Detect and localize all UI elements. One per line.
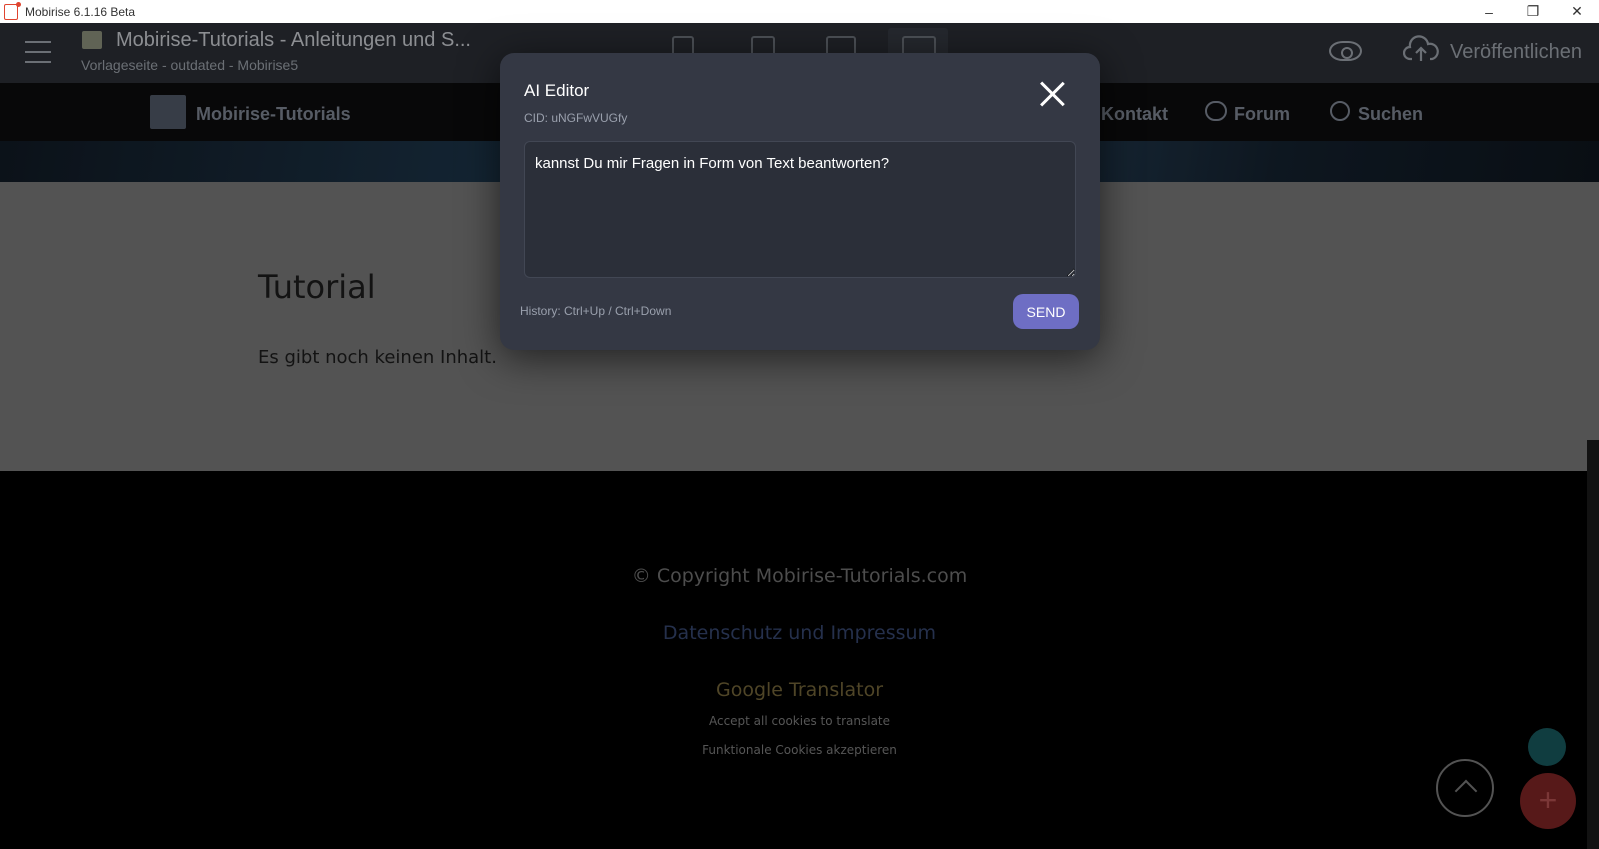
minimize-button[interactable]: – [1467,0,1511,23]
window-title: Mobirise 6.1.16 Beta [25,4,136,19]
dialog-title: AI Editor [524,81,590,100]
close-icon[interactable] [1038,80,1066,108]
send-button[interactable]: SEND [1013,294,1079,329]
history-hint: History: Ctrl+Up / Ctrl+Down [520,304,672,318]
prompt-input[interactable]: kannst Du mir Fragen in Form von Text be… [524,141,1076,278]
mobirise-app-icon [4,1,21,20]
close-window-button[interactable]: ✕ [1555,0,1599,23]
window-controls: – ❐ ✕ [1467,0,1599,23]
restore-button[interactable]: ❐ [1511,0,1555,23]
window-titlebar: Mobirise 6.1.16 Beta – ❐ ✕ [0,0,1599,23]
ai-editor-dialog: AI Editor CID: uNGFwVUGfy kannst Du mir … [500,53,1100,350]
component-id: CID: uNGFwVUGfy [524,111,628,125]
